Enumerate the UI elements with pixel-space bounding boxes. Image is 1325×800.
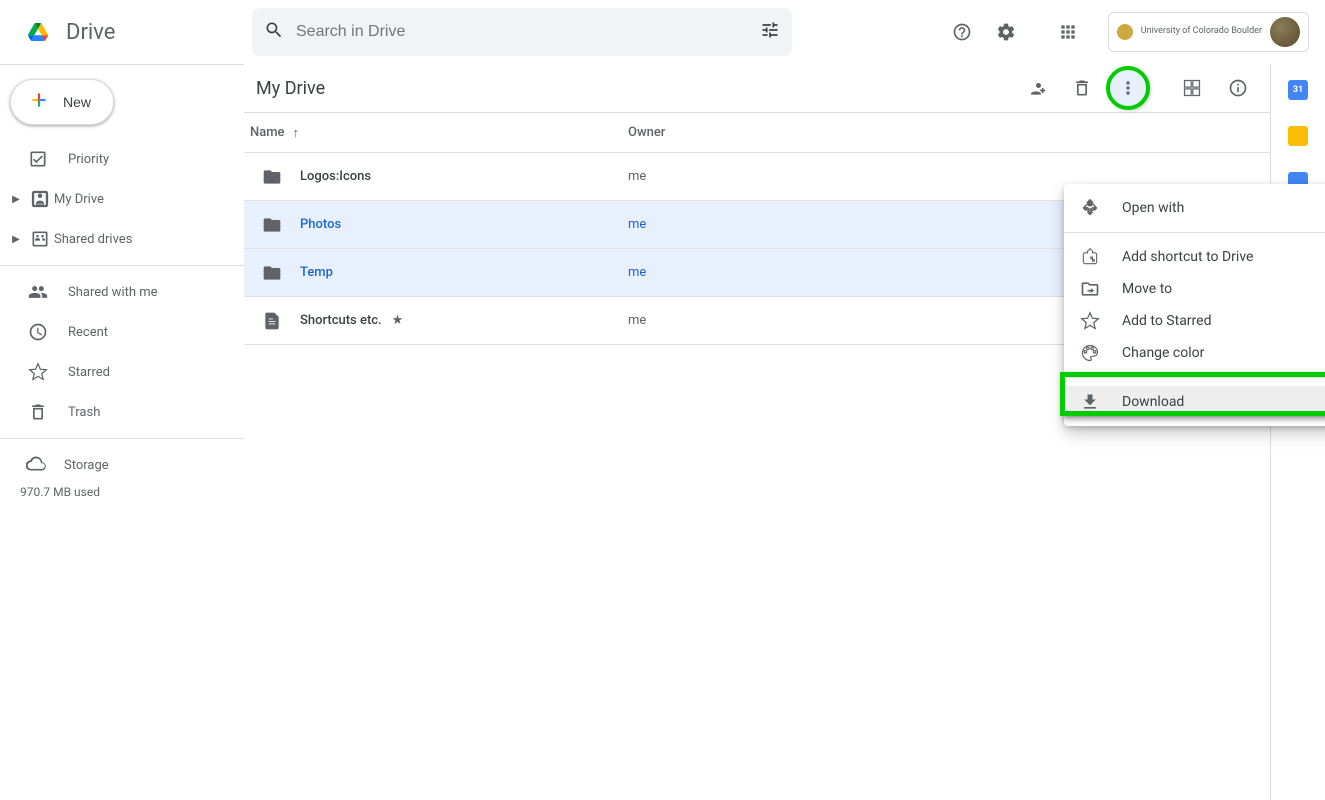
nav-shared-with-me[interactable]: Shared with me — [0, 272, 232, 312]
palette-icon — [1080, 343, 1100, 363]
file-name: Logos:Icons — [300, 169, 628, 184]
menu-add-shortcut[interactable]: Add shortcut to Drive — [1064, 241, 1325, 273]
content-header: My Drive — [244, 64, 1270, 112]
doc-icon — [244, 311, 300, 331]
nav-label: Shared drives — [54, 232, 132, 247]
apps-button[interactable] — [1048, 12, 1088, 52]
priority-icon — [26, 149, 50, 169]
nav-trash[interactable]: Trash — [0, 392, 232, 432]
cloud-icon — [26, 453, 46, 477]
menu-label: Move to — [1122, 281, 1172, 297]
nav-shared-drives[interactable]: ▶ Shared drives — [0, 219, 232, 259]
storage-used: 970.7 MB used — [0, 485, 244, 499]
app-header: Drive University of Colorado Boulder — [0, 0, 1325, 64]
trash-icon — [26, 402, 50, 422]
org-logo-icon — [1117, 24, 1133, 40]
shortcut-icon — [1080, 247, 1100, 267]
column-owner[interactable]: Owner — [628, 125, 828, 140]
avatar — [1270, 17, 1300, 47]
menu-add-starred[interactable]: Add to Starred — [1064, 305, 1325, 337]
menu-move-to[interactable]: Move to — [1064, 273, 1325, 305]
folder-icon — [244, 263, 300, 283]
header-actions: University of Colorado Boulder — [942, 12, 1317, 52]
help-button[interactable] — [942, 12, 982, 52]
folder-icon — [244, 215, 300, 235]
side-panel: + — [1271, 64, 1325, 800]
nav-label: Trash — [68, 405, 100, 420]
calendar-app-icon[interactable] — [1288, 80, 1308, 100]
folder-icon — [244, 167, 300, 187]
menu-label: Add shortcut to Drive — [1122, 249, 1253, 265]
recent-icon — [26, 322, 50, 342]
menu-open-with[interactable]: Open with › — [1064, 192, 1325, 224]
star-icon — [26, 362, 50, 382]
nav-label: My Drive — [54, 192, 104, 207]
search-input[interactable] — [296, 23, 748, 41]
nav-storage[interactable]: Storage — [0, 445, 244, 485]
menu-label: Open with — [1122, 200, 1184, 216]
keep-app-icon[interactable] — [1288, 126, 1308, 146]
view-info-bar — [1172, 68, 1258, 108]
share-button[interactable] — [1016, 68, 1056, 108]
menu-download[interactable]: Download — [1064, 386, 1325, 418]
menu-label: Change color — [1122, 345, 1204, 361]
menu-label: Download — [1122, 394, 1184, 410]
new-button[interactable]: New — [10, 79, 114, 125]
table-header: Name ↑ Owner — [244, 113, 1270, 153]
nav-my-drive[interactable]: ▶ My Drive — [0, 179, 232, 219]
nav-recent[interactable]: Recent — [0, 312, 232, 352]
starred-badge-icon: ★ — [392, 313, 404, 328]
org-name: University of Colorado Boulder — [1141, 27, 1262, 37]
context-menu: Open with › Add shortcut to Drive Move t… — [1064, 184, 1325, 426]
plus-icon — [27, 90, 51, 114]
nav-priority[interactable]: Priority — [0, 139, 232, 179]
file-owner: me — [628, 169, 646, 184]
file-name: Temp — [300, 265, 628, 280]
nav-starred[interactable]: Starred — [0, 352, 232, 392]
file-owner: me — [628, 313, 646, 328]
details-button[interactable] — [1218, 68, 1258, 108]
grid-view-button[interactable] — [1172, 68, 1212, 108]
nav-label: Priority — [68, 152, 109, 167]
sort-arrow-icon[interactable]: ↑ — [293, 125, 300, 141]
nav-label: Starred — [68, 365, 110, 380]
action-bar — [1016, 68, 1148, 108]
search-options-icon[interactable] — [760, 20, 780, 44]
sidebar: New Priority ▶ My Drive ▶ Shared drives … — [0, 64, 244, 800]
column-name[interactable]: Name ↑ — [244, 125, 628, 141]
nav-label: Storage — [64, 458, 109, 473]
expand-chevron-icon[interactable]: ▶ — [6, 234, 26, 245]
file-name: Photos — [300, 217, 628, 232]
open-with-icon — [1080, 198, 1100, 218]
star-icon — [1080, 311, 1100, 331]
product-name: Drive — [66, 20, 115, 45]
menu-change-color[interactable]: Change color › — [1064, 337, 1325, 369]
settings-button[interactable] — [986, 12, 1026, 52]
move-icon — [1080, 279, 1100, 299]
drive-logo-icon — [18, 12, 58, 52]
file-owner: me — [628, 217, 646, 232]
search-bar[interactable] — [252, 8, 792, 56]
shared-drives-icon — [28, 229, 52, 249]
main-content: My Drive Name ↑ Owner Logos:Icons me — [244, 64, 1271, 800]
file-owner: me — [628, 265, 646, 280]
breadcrumb-title[interactable]: My Drive — [252, 78, 325, 99]
my-drive-icon — [28, 189, 52, 209]
expand-chevron-icon[interactable]: ▶ — [6, 194, 26, 205]
logo-area[interactable]: Drive — [8, 12, 252, 52]
account-chip[interactable]: University of Colorado Boulder — [1108, 12, 1309, 52]
file-name: Shortcuts etc. ★ — [300, 313, 628, 328]
menu-label: Add to Starred — [1122, 313, 1211, 329]
search-icon — [264, 20, 284, 44]
shared-with-me-icon — [26, 282, 50, 302]
new-label: New — [63, 94, 91, 110]
nav-label: Recent — [68, 325, 108, 340]
nav-label: Shared with me — [68, 285, 158, 300]
more-actions-button[interactable] — [1108, 68, 1148, 108]
download-icon — [1080, 392, 1100, 412]
delete-button[interactable] — [1062, 68, 1102, 108]
